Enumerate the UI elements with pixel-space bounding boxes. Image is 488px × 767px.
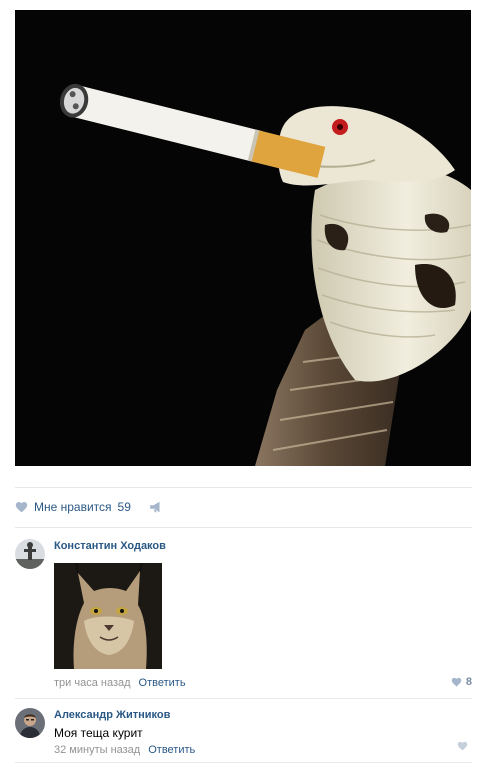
avatar[interactable] xyxy=(15,708,45,738)
comment-time[interactable]: 32 минуты назад xyxy=(54,743,140,757)
lynx-image xyxy=(54,563,162,669)
comment-body: Александр Житников Моя теща курит 32 мин… xyxy=(54,708,472,757)
like-label: Мне нравится xyxy=(34,500,112,514)
divider xyxy=(15,487,472,488)
post-actions: Мне нравится 59 xyxy=(15,496,163,518)
comment-time[interactable]: три часа назад xyxy=(54,676,131,690)
post-photo[interactable] xyxy=(15,10,471,466)
comment: Александр Житников Моя теща курит 32 мин… xyxy=(15,708,472,758)
heart-icon xyxy=(451,677,462,687)
share-button[interactable] xyxy=(149,501,163,513)
comment-author[interactable]: Александр Житников xyxy=(54,708,472,722)
comment-author[interactable]: Константин Ходаков xyxy=(54,539,472,553)
divider xyxy=(15,698,472,699)
reply-link[interactable]: Ответить xyxy=(148,743,195,757)
heart-icon xyxy=(457,741,468,751)
divider xyxy=(15,527,472,528)
divider xyxy=(15,762,472,763)
comment-like-count: 8 xyxy=(465,676,472,688)
avatar-image xyxy=(15,539,45,569)
comment: Константин Ходаков три часа назад Ответи… xyxy=(15,539,472,689)
comment-photo-attachment[interactable] xyxy=(54,563,162,669)
comment-meta: три часа назад Ответить xyxy=(54,676,186,690)
comment-like-button[interactable]: 8 xyxy=(451,676,472,688)
comment-body: Константин Ходаков xyxy=(54,539,472,553)
comment-meta: 32 минуты назад Ответить xyxy=(54,743,472,757)
heart-icon xyxy=(15,502,28,513)
reply-link[interactable]: Ответить xyxy=(139,676,186,690)
comment-text: Моя теща курит xyxy=(54,726,143,740)
avatar[interactable] xyxy=(15,539,45,569)
avatar-image xyxy=(15,708,45,738)
comment-like-button[interactable] xyxy=(457,741,472,751)
like-button[interactable]: Мне нравится 59 xyxy=(15,500,131,514)
like-count: 59 xyxy=(117,500,131,514)
cobra-smoking-image xyxy=(15,10,471,466)
megaphone-icon xyxy=(150,501,160,513)
